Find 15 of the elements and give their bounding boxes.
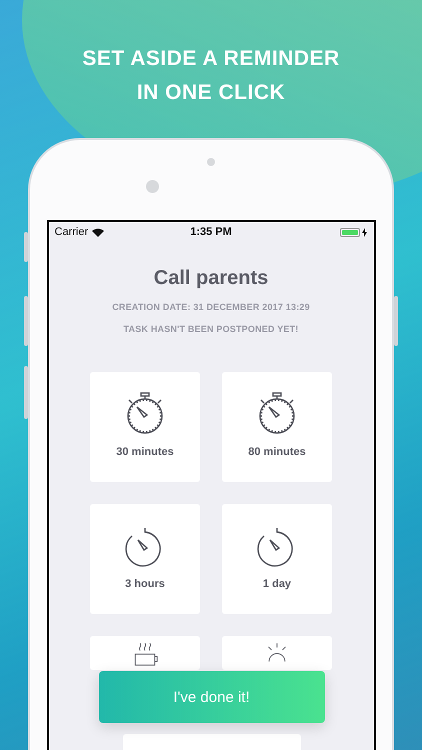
postpone-option[interactable]: 30 minutes (90, 372, 200, 482)
battery-icon (340, 228, 360, 236)
creation-date: CREATION DATE: 31 DECEMBER 2017 13:29 (112, 302, 310, 312)
wifi-icon (92, 228, 104, 236)
postpone-option[interactable]: 1 day (222, 504, 332, 614)
postpone-option[interactable]: 80 minutes (222, 372, 332, 482)
postpone-option[interactable]: 3 hours (90, 504, 200, 614)
postpone-status: TASK HASN'T BEEN POSTPONED YET! (123, 324, 299, 334)
carrier-text: Carrier (54, 226, 88, 238)
postpone-option[interactable] (90, 636, 200, 670)
headline: SET ASIDE A REMINDER IN ONE CLICK (82, 46, 340, 106)
status-time: 1:35 PM (190, 226, 232, 238)
speaker (207, 158, 215, 166)
task-title: Call parents (154, 267, 268, 290)
camera (146, 180, 159, 193)
